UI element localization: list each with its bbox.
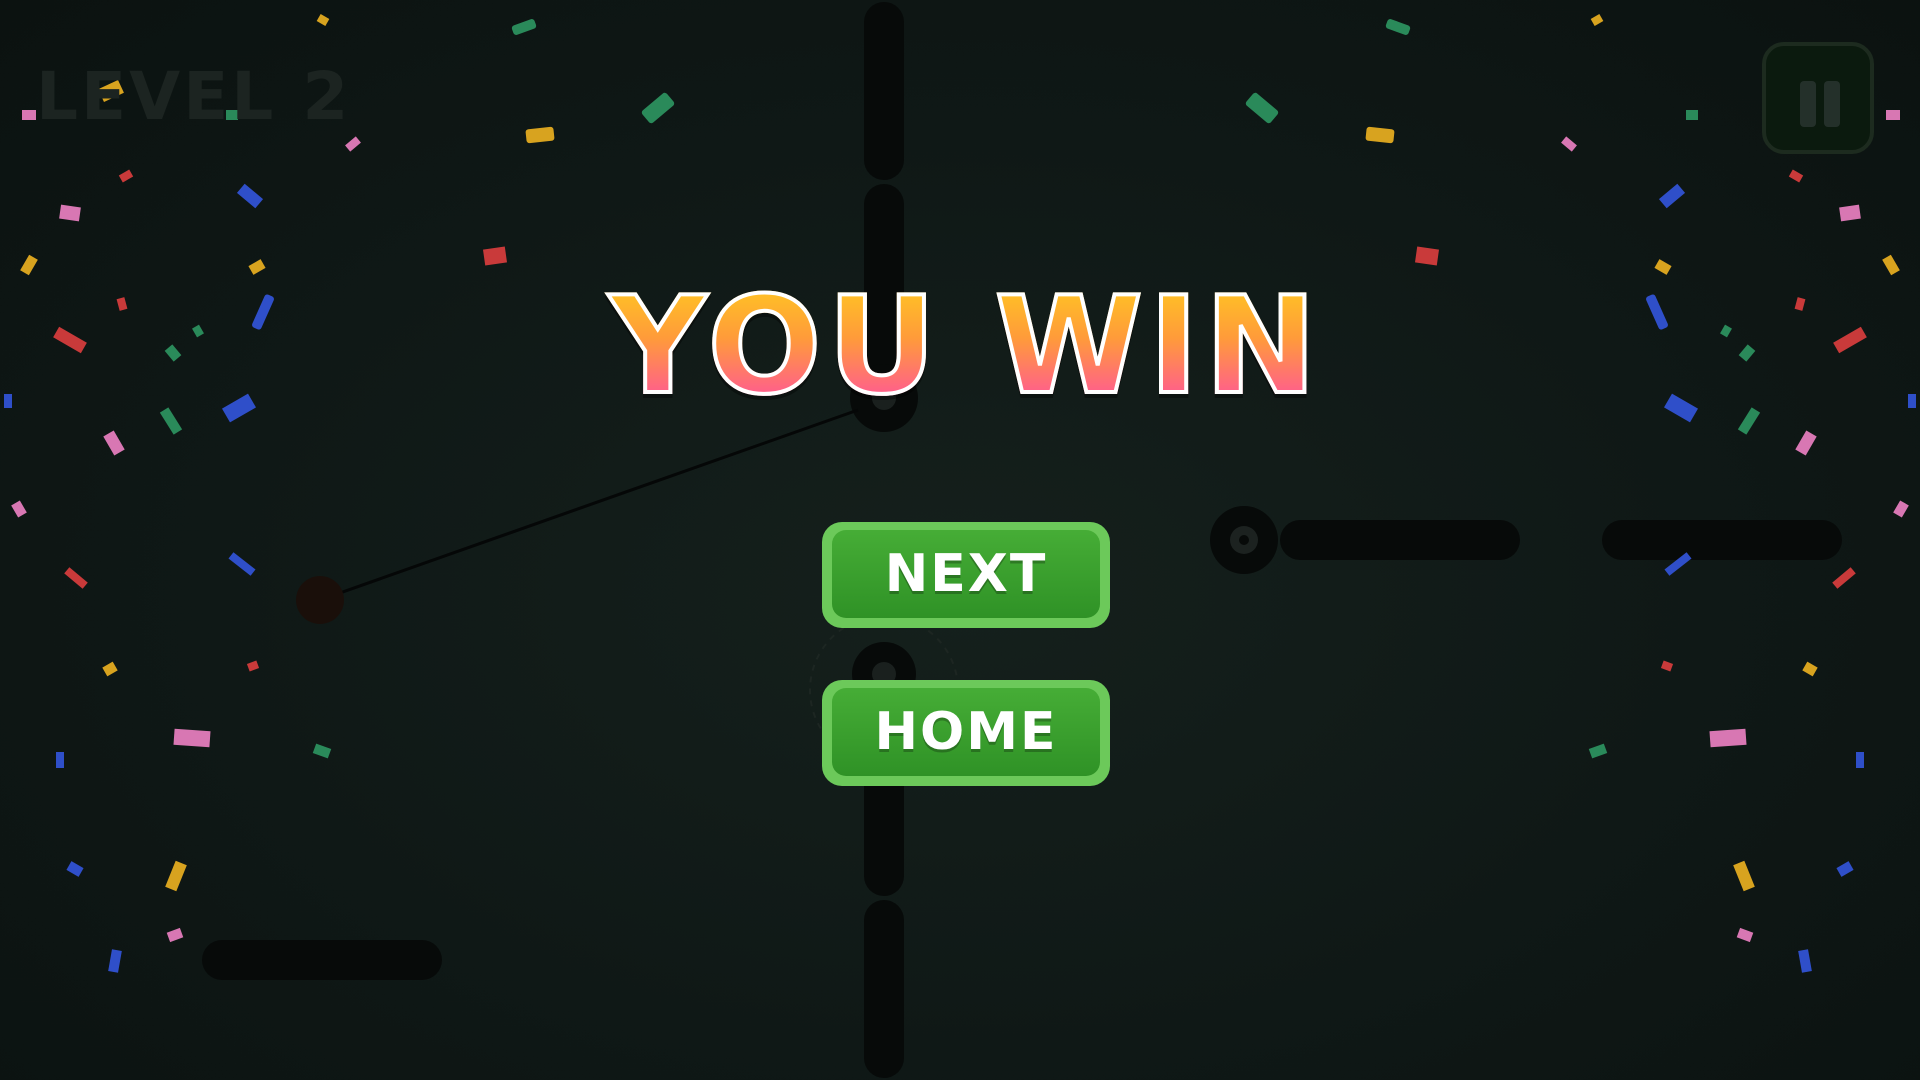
confetti-right [1245,14,1916,973]
next-button-label: NEXT [832,530,1100,618]
pause-button[interactable] [1762,42,1874,154]
win-title: YOU WIN [0,266,1920,426]
level-label: LEVEL 2 [36,58,352,135]
confetti-left [4,14,675,973]
home-button-label: HOME [832,688,1100,776]
home-button[interactable]: HOME [822,680,1110,786]
next-button[interactable]: NEXT [822,522,1110,628]
pause-icon [1800,81,1816,127]
